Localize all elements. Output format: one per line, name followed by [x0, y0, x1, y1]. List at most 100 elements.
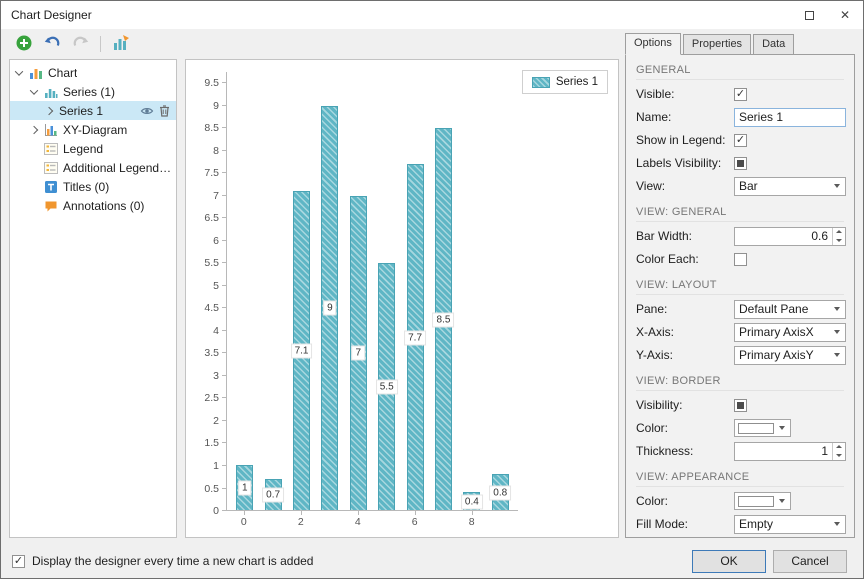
close-button[interactable]: ✕	[827, 1, 863, 29]
option-label: Name:	[636, 110, 734, 124]
tab-data[interactable]: Data	[753, 34, 794, 55]
chevron-down-icon[interactable]	[15, 67, 23, 75]
section-header-view-border: VIEW: BORDER	[636, 375, 844, 391]
option-control	[734, 253, 846, 266]
legend-icon	[44, 161, 58, 175]
spin-value: 0.6	[735, 228, 832, 245]
option-row-series-name: Name:Series 1	[636, 106, 846, 128]
titlebar[interactable]: Chart Designer ✕	[1, 1, 863, 29]
bar-value-label: 7.1	[291, 344, 313, 359]
toolbar	[9, 29, 619, 59]
option-row-border-color: Color:	[636, 417, 846, 439]
chart-preview: 00.511.522.533.544.555.566.577.588.599.5…	[185, 59, 619, 538]
add-pane-button[interactable]	[11, 32, 37, 56]
visible-checkbox[interactable]: ✓	[734, 88, 747, 101]
tree-item-additional-legends[interactable]: Additional Legends (0)	[10, 158, 176, 177]
xy-icon	[44, 123, 58, 137]
option-control: ✓	[734, 88, 846, 101]
option-label: Color Each:	[636, 252, 734, 266]
appearance-color-picker[interactable]	[734, 492, 791, 510]
tree-item-label: XY-Diagram	[63, 123, 127, 137]
border-visibility-checkbox[interactable]	[734, 399, 747, 412]
undo-button[interactable]	[39, 32, 65, 56]
bar-value-label: 0.8	[489, 485, 511, 500]
bar[interactable]: 7.7	[407, 164, 424, 510]
y-axis: 00.511.522.533.544.555.566.577.588.599.5	[194, 72, 226, 511]
color-swatch	[738, 496, 774, 507]
footer-buttons: OK Cancel	[692, 550, 847, 573]
labels-visibility-checkbox[interactable]	[734, 157, 747, 170]
x-axis-tick	[472, 511, 473, 515]
bar-value-label: 0.7	[262, 487, 284, 502]
x-axis: 02468	[226, 511, 518, 529]
legend-label: Series 1	[556, 76, 598, 88]
border-color-picker[interactable]	[734, 419, 791, 437]
square-fill-icon	[737, 160, 744, 167]
y-axis-tick-label: 6.5	[204, 212, 219, 224]
bar[interactable]: 8.5	[435, 128, 452, 510]
option-control	[734, 492, 846, 510]
redo-button[interactable]	[67, 32, 93, 56]
pane-dropdown[interactable]: Default Pane	[734, 300, 846, 319]
x-axis-tick-label: 0	[241, 516, 247, 528]
option-row-color-each: Color Each:	[636, 248, 846, 270]
bar[interactable]: 0.8	[492, 474, 509, 510]
bar[interactable]: 7	[350, 196, 367, 510]
option-label: Visibility:	[636, 398, 734, 412]
tree-item-xy-diagram[interactable]: XY-Diagram	[10, 120, 176, 139]
tab-options[interactable]: Options	[625, 33, 681, 55]
spin-up-icon[interactable]	[833, 228, 845, 237]
option-row-thickness: Thickness:1	[636, 440, 846, 462]
chevron-right-icon[interactable]	[30, 125, 38, 133]
tree-item-series-group[interactable]: Series (1)	[10, 82, 176, 101]
spin-down-icon[interactable]	[833, 236, 845, 245]
ok-button[interactable]: OK	[692, 550, 766, 573]
option-control: Empty	[734, 515, 846, 534]
cancel-button[interactable]: Cancel	[773, 550, 847, 573]
section-header-view-layout: VIEW: LAYOUT	[636, 279, 844, 295]
spin-down-icon[interactable]	[833, 451, 845, 460]
series-icon	[44, 85, 58, 99]
bar[interactable]: 0.7	[265, 479, 282, 510]
bar[interactable]: 5.5	[378, 263, 395, 510]
chevron-down-icon[interactable]	[30, 86, 38, 94]
y-axis-dropdown[interactable]: Primary AxisY	[734, 346, 846, 365]
y-axis-tick-label: 2	[213, 415, 219, 427]
y-axis-tick-label: 5	[213, 280, 219, 292]
tree-item-titles[interactable]: Titles (0)	[10, 177, 176, 196]
series-name-input[interactable]: Series 1	[734, 108, 846, 127]
bar[interactable]: 7.1	[293, 191, 310, 510]
tree-item-chart[interactable]: Chart	[10, 63, 176, 82]
x-axis-tick-label: 4	[355, 516, 361, 528]
chart-type-button[interactable]	[108, 32, 134, 56]
x-axis-dropdown[interactable]: Primary AxisX	[734, 323, 846, 342]
x-axis-tick-label: 8	[469, 516, 475, 528]
thickness-spinner[interactable]: 1	[734, 442, 846, 461]
tree-item-series-1[interactable]: Series 1	[10, 101, 176, 120]
show-in-legend-checkbox[interactable]: ✓	[734, 134, 747, 147]
tree-item-legend[interactable]: Legend	[10, 139, 176, 158]
tree-item-label: Chart	[48, 66, 77, 80]
option-row-view: View:Bar	[636, 175, 846, 197]
chevron-right-icon[interactable]	[45, 106, 53, 114]
eye-icon[interactable]	[140, 104, 154, 118]
option-label: Visible:	[636, 87, 734, 101]
trash-icon[interactable]	[158, 104, 172, 118]
tree-item-annotations[interactable]: Annotations (0)	[10, 196, 176, 215]
option-row-x-axis: X-Axis:Primary AxisX	[636, 321, 846, 343]
maximize-button[interactable]	[791, 1, 827, 29]
tab-properties[interactable]: Properties	[683, 34, 751, 55]
bar-width-spinner[interactable]: 0.6	[734, 227, 846, 246]
spin-up-icon[interactable]	[833, 443, 845, 452]
view-dropdown[interactable]: Bar	[734, 177, 846, 196]
bar[interactable]: 9	[321, 106, 338, 510]
fill-mode-dropdown[interactable]: Empty	[734, 515, 846, 534]
display-designer-checkbox[interactable]: ✓	[12, 555, 25, 568]
option-control: 0.6	[734, 227, 846, 246]
bar[interactable]: 1	[236, 465, 253, 510]
bar[interactable]: 0.4	[463, 492, 480, 510]
color-each-checkbox[interactable]	[734, 253, 747, 266]
y-axis-tick-label: 3	[213, 370, 219, 382]
dialog-content: ChartSeries (1)Series 1XY-DiagramLegendA…	[1, 29, 863, 544]
bar-value-label: 8.5	[433, 312, 455, 327]
